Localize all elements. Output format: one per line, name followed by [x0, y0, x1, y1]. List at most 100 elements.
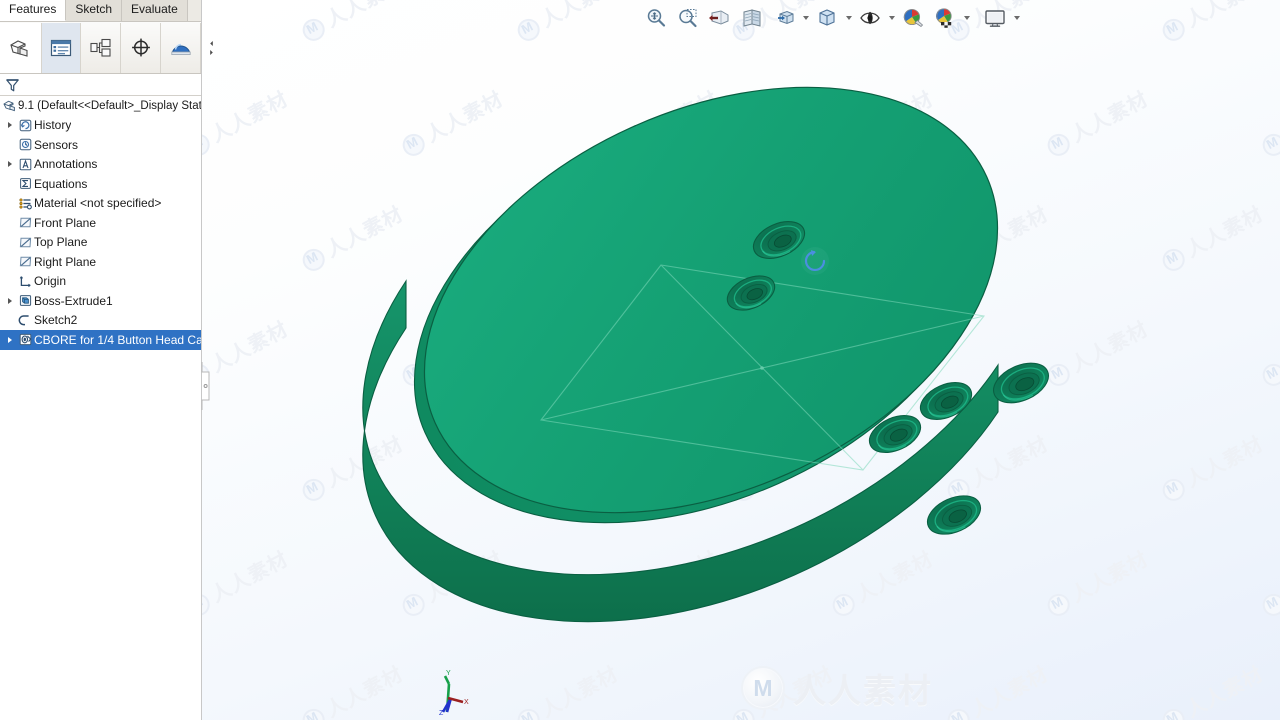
- feature-manager-panel[interactable]: Features Sketch Evaluate 9.1 (Default<<D…: [0, 0, 213, 720]
- tree-item-right-plane[interactable]: Right Plane: [0, 252, 201, 272]
- previous-view-button[interactable]: [704, 3, 736, 33]
- sketch-icon: [17, 313, 34, 328]
- tree-item-label: Origin: [34, 274, 67, 289]
- chevron-left-icon[interactable]: [207, 39, 216, 48]
- hole-wizard-icon: [17, 332, 34, 347]
- panel-splitter-handle[interactable]: [201, 362, 211, 410]
- tree-item-label: History: [34, 118, 72, 133]
- view-orientation-button[interactable]: [768, 3, 800, 33]
- tree-item-cbore-for-1-4-button-head-cap-s[interactable]: CBORE for 1/4 Button Head Cap S: [0, 330, 201, 350]
- triad-label-x: X: [464, 699, 469, 706]
- equations-sigma-icon: [17, 176, 34, 191]
- feature-tree[interactable]: 9.1 (Default<<Default>_Display State His…: [0, 96, 201, 720]
- view-orientation-caret-icon[interactable]: [800, 3, 811, 33]
- material-icon: [17, 196, 34, 211]
- feature-manager-design-tree-tab[interactable]: [0, 22, 42, 73]
- expand-chevron-icon[interactable]: [3, 297, 17, 304]
- expand-chevron-icon[interactable]: [3, 122, 17, 129]
- property-list-icon: [50, 39, 72, 56]
- tree-item-boss-extrude1[interactable]: Boss-Extrude1: [0, 291, 201, 311]
- apply-scene-caret-icon[interactable]: [961, 3, 972, 33]
- dimxpert-manager-tab[interactable]: [121, 22, 162, 73]
- section-view-button[interactable]: [736, 3, 768, 33]
- tree-filter-row[interactable]: [0, 75, 201, 96]
- plane-icon: [17, 215, 34, 230]
- tree-item-label: Annotations: [34, 157, 98, 172]
- plane-icon: [17, 235, 34, 250]
- scene-sphere-icon: [936, 8, 952, 28]
- part-cube-icon: [10, 39, 28, 57]
- chevron-right-icon[interactable]: [207, 48, 216, 57]
- tree-item-top-plane[interactable]: Top Plane: [0, 233, 201, 253]
- triad-label-z: Z: [439, 710, 444, 716]
- tree-item-history[interactable]: History: [0, 116, 201, 136]
- zoom-to-area-button[interactable]: [672, 3, 704, 33]
- monitor-display-icon: [985, 10, 1005, 27]
- configuration-icon: [90, 38, 111, 57]
- rotate-preview-marker[interactable]: [801, 247, 829, 275]
- annotations-a-icon: [17, 157, 34, 172]
- coordinate-triad: Y X Z: [439, 670, 469, 716]
- tree-item-label: Boss-Extrude1: [34, 293, 113, 308]
- boss-extrude-icon: [17, 293, 34, 308]
- tree-root-label: 9.1 (Default<<Default>_Display State: [18, 99, 201, 112]
- tree-item-label: Front Plane: [34, 215, 97, 230]
- cad-model-counterbored-disc[interactable]: [201, 0, 1280, 720]
- tree-item-annotations[interactable]: Annotations: [0, 155, 201, 175]
- tree-root-node[interactable]: 9.1 (Default<<Default>_Display State: [0, 96, 201, 116]
- heads-up-view-toolbar[interactable]: [640, 2, 1022, 34]
- tab-sketch[interactable]: Sketch: [66, 0, 123, 21]
- tree-item-label: CBORE for 1/4 Button Head Cap S: [34, 332, 201, 347]
- panel-divider: [201, 0, 202, 720]
- zoom-to-area-icon: [679, 9, 697, 28]
- counterbore-hole[interactable]: [922, 488, 987, 541]
- history-clock-icon: [17, 118, 34, 133]
- property-manager-tab[interactable]: [41, 22, 82, 73]
- display-manager-tab[interactable]: [161, 22, 213, 73]
- filter-funnel-icon[interactable]: [5, 78, 20, 93]
- tree-item-label: Top Plane: [34, 235, 88, 250]
- tab-scroll-arrows[interactable]: [207, 39, 216, 57]
- tree-item-sketch2[interactable]: Sketch2: [0, 311, 201, 331]
- display-style-cube-icon: [819, 9, 835, 26]
- expand-chevron-icon[interactable]: [3, 161, 17, 168]
- tree-item-sensors[interactable]: Sensors: [0, 135, 201, 155]
- view-orientation-icon: [778, 10, 794, 25]
- blue-dome-appearance-icon: [170, 43, 191, 55]
- crosshair-target-icon: [131, 38, 150, 56]
- tree-item-material-not-specified[interactable]: Material <not specified>: [0, 194, 201, 214]
- view-settings-button[interactable]: [979, 3, 1011, 33]
- command-manager-tabs[interactable]: Features Sketch Evaluate: [0, 0, 201, 22]
- configuration-manager-tab[interactable]: [81, 22, 122, 73]
- appearance-sphere-icon: [903, 8, 924, 28]
- tree-item-origin[interactable]: Origin: [0, 272, 201, 292]
- tree-item-front-plane[interactable]: Front Plane: [0, 213, 201, 233]
- zoom-to-fit-icon: [647, 9, 666, 27]
- graphics-viewport[interactable]: 人人素材人人素材人人素材人人素材人人素材人人素材人人素材人人素材人人素材人人素材…: [201, 0, 1280, 720]
- zoom-to-fit-button[interactable]: [640, 3, 672, 33]
- triad-label-y: Y: [446, 670, 451, 677]
- plane-icon: [17, 254, 34, 269]
- origin-axes-icon: [17, 274, 34, 289]
- hide-show-caret-icon[interactable]: [886, 3, 897, 33]
- tree-item-label: Sketch2: [34, 313, 78, 328]
- tree-item-label: Right Plane: [34, 254, 97, 269]
- part-document-icon: [1, 98, 18, 113]
- expand-chevron-icon[interactable]: [3, 336, 17, 343]
- tab-features[interactable]: Features: [0, 0, 67, 21]
- feature-manager-tab-toolbar[interactable]: [0, 22, 213, 74]
- tree-item-label: Equations: [34, 176, 88, 191]
- tree-item-equations[interactable]: Equations: [0, 174, 201, 194]
- sensor-icon: [17, 137, 34, 152]
- tab-evaluate[interactable]: Evaluate: [122, 0, 188, 21]
- hide-show-items-button[interactable]: [854, 3, 886, 33]
- section-view-icon: [743, 9, 761, 27]
- display-style-caret-icon[interactable]: [843, 3, 854, 33]
- view-settings-caret-icon[interactable]: [1011, 3, 1022, 33]
- display-style-button[interactable]: [811, 3, 843, 33]
- edit-appearance-button[interactable]: [897, 3, 929, 33]
- eye-hide-show-icon: [860, 11, 880, 25]
- tree-item-label: Sensors: [34, 137, 79, 152]
- tree-item-label: Material <not specified>: [34, 196, 162, 211]
- apply-scene-button[interactable]: [929, 3, 961, 33]
